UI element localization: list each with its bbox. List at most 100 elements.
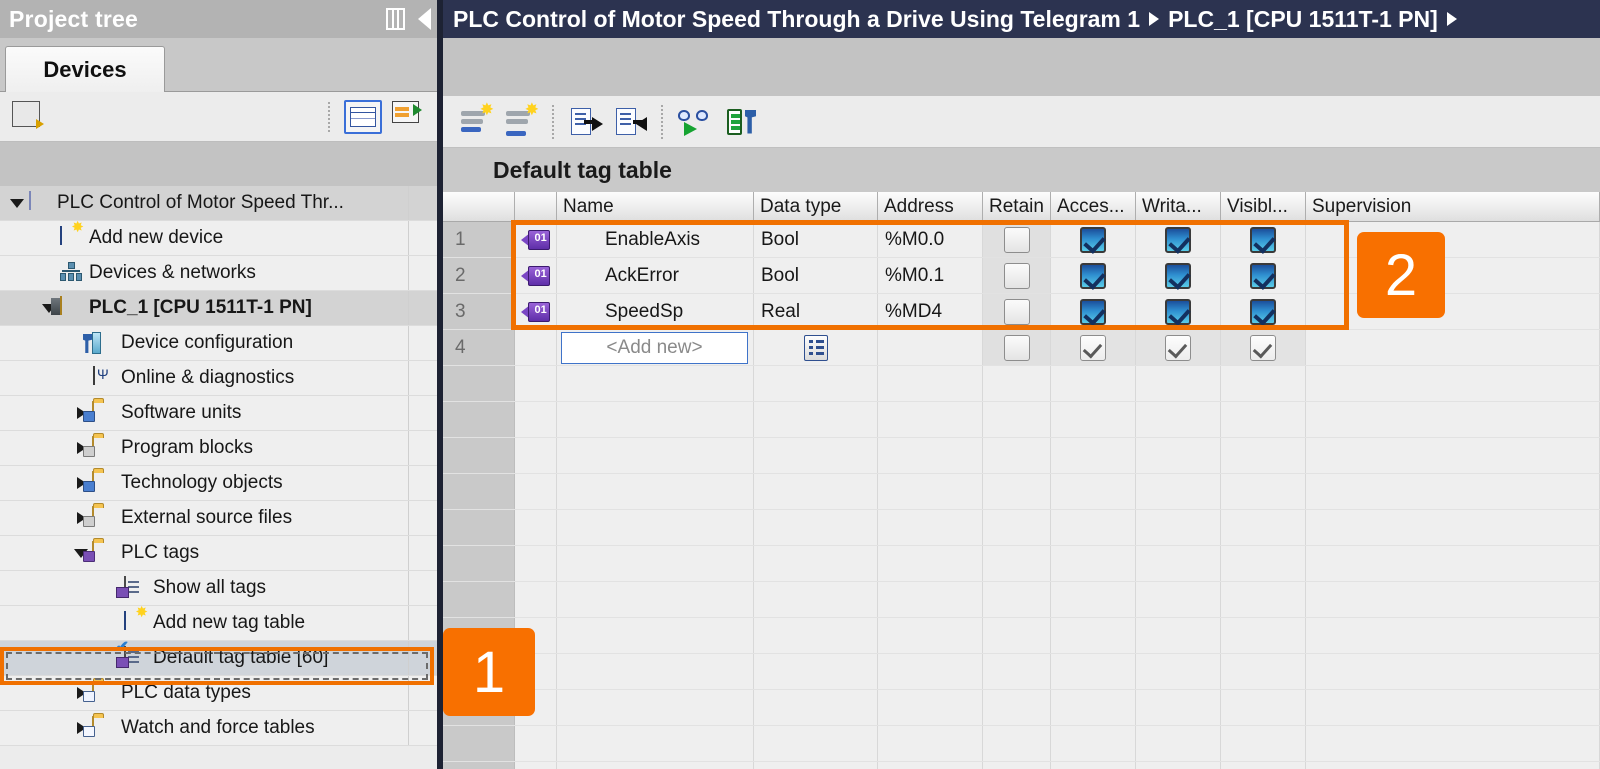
- collapse-arrow-icon[interactable]: [418, 8, 431, 30]
- tree-item-external-source-files[interactable]: External source files: [0, 501, 440, 536]
- cell-empty[interactable]: [1306, 366, 1600, 401]
- checkbox-visible[interactable]: [1250, 298, 1276, 325]
- cell-visible[interactable]: [1221, 294, 1306, 329]
- cell-empty[interactable]: [1136, 726, 1221, 761]
- cell-empty[interactable]: [983, 402, 1051, 437]
- cell-data-type[interactable]: Bool: [754, 258, 878, 293]
- column-header-data-type[interactable]: Data type: [754, 192, 878, 221]
- cell-empty[interactable]: [1306, 510, 1600, 545]
- cell-empty[interactable]: [878, 690, 983, 725]
- cell-empty[interactable]: [878, 402, 983, 437]
- tree-item-plc-data-types[interactable]: PLC data types: [0, 676, 440, 711]
- maintenance-icon[interactable]: [722, 106, 756, 138]
- insert-row-above-icon[interactable]: ✸: [459, 101, 494, 138]
- cell-empty[interactable]: [1136, 582, 1221, 617]
- tree-item-add-new-device[interactable]: ✸ Add new device: [0, 220, 440, 256]
- column-header-retain[interactable]: Retain: [983, 192, 1051, 221]
- cell-supervision[interactable]: [1306, 222, 1600, 257]
- cell-empty[interactable]: [1136, 366, 1221, 401]
- cell-empty[interactable]: [1306, 582, 1600, 617]
- breadcrumb-project[interactable]: PLC Control of Motor Speed Through a Dri…: [453, 6, 1140, 33]
- checkbox-retain[interactable]: [1003, 334, 1030, 361]
- cell-empty[interactable]: [1221, 654, 1306, 689]
- cell-empty[interactable]: [983, 438, 1051, 473]
- checkbox-writable[interactable]: [1165, 334, 1191, 361]
- tree-item-plc-control-of-motor-speed-thr[interactable]: PLC Control of Motor Speed Thr...: [0, 186, 440, 221]
- column-header-visible[interactable]: Visibl...: [1221, 192, 1306, 221]
- tab-devices[interactable]: Devices: [5, 46, 165, 92]
- cell-empty[interactable]: [1051, 762, 1136, 769]
- cell-empty[interactable]: [983, 510, 1051, 545]
- cell-empty[interactable]: [557, 510, 754, 545]
- cell-empty[interactable]: [1221, 402, 1306, 437]
- cell-empty[interactable]: [754, 474, 878, 509]
- cell-empty[interactable]: [1136, 762, 1221, 769]
- tree-item-software-units[interactable]: Software units: [0, 396, 440, 431]
- cell-empty[interactable]: [1221, 582, 1306, 617]
- cell-empty[interactable]: [1221, 726, 1306, 761]
- cell-empty[interactable]: [1051, 726, 1136, 761]
- cell-writable[interactable]: [1136, 330, 1221, 365]
- tree-item-add-new-tag-table[interactable]: ✸ Add new tag table: [0, 605, 440, 641]
- checkbox-writable[interactable]: [1165, 226, 1191, 253]
- breadcrumb-device[interactable]: PLC_1 [CPU 1511T-1 PN]: [1168, 6, 1438, 33]
- cell-empty[interactable]: [878, 510, 983, 545]
- checkbox-visible[interactable]: [1250, 262, 1276, 289]
- cell-empty[interactable]: [754, 546, 878, 581]
- cell-writable[interactable]: [1136, 222, 1221, 257]
- cell-empty[interactable]: [1136, 618, 1221, 653]
- export-table-icon[interactable]: [392, 100, 424, 133]
- cell-empty[interactable]: [983, 546, 1051, 581]
- checkbox-retain[interactable]: [1003, 226, 1030, 253]
- cell-empty[interactable]: [557, 690, 754, 725]
- cell-empty[interactable]: [1051, 474, 1136, 509]
- cell-empty[interactable]: [878, 582, 983, 617]
- cell-address[interactable]: %M0.1: [878, 258, 983, 293]
- cell-empty[interactable]: [557, 762, 754, 769]
- cell-accessible[interactable]: [1051, 258, 1136, 293]
- tree-item-show-all-tags[interactable]: Show all tags: [0, 571, 440, 606]
- cell-empty[interactable]: [878, 474, 983, 509]
- table-row-empty[interactable]: [443, 762, 1600, 769]
- table-row-empty[interactable]: [443, 402, 1600, 438]
- cell-address[interactable]: %M0.0: [878, 222, 983, 257]
- cell-empty[interactable]: [557, 402, 754, 437]
- checkbox-accessible[interactable]: [1080, 226, 1106, 253]
- cell-empty[interactable]: [1306, 474, 1600, 509]
- table-row-empty[interactable]: [443, 582, 1600, 618]
- cell-name[interactable]: SpeedSp: [557, 294, 754, 329]
- cell-address-empty[interactable]: [878, 330, 983, 365]
- cell-name[interactable]: AckError: [557, 258, 754, 293]
- cell-empty[interactable]: [1221, 546, 1306, 581]
- cell-empty[interactable]: [1136, 546, 1221, 581]
- insert-row-below-icon[interactable]: ✸: [504, 101, 539, 138]
- add-new-name-input[interactable]: <Add new>: [557, 330, 754, 365]
- cell-empty[interactable]: [1136, 438, 1221, 473]
- cell-empty[interactable]: [1221, 366, 1306, 401]
- cell-empty[interactable]: [1306, 762, 1600, 769]
- data-type-selector-button[interactable]: [754, 330, 878, 365]
- cell-supervision-empty[interactable]: [1306, 330, 1600, 365]
- cell-empty[interactable]: [1136, 690, 1221, 725]
- tree-item-technology-objects[interactable]: Technology objects: [0, 466, 440, 501]
- column-header-supervision[interactable]: Supervision: [1306, 192, 1600, 221]
- cell-retain[interactable]: [983, 330, 1051, 365]
- cell-empty[interactable]: [1136, 474, 1221, 509]
- tree-item-program-blocks[interactable]: Program blocks: [0, 431, 440, 466]
- import-from-excel-icon[interactable]: [613, 106, 647, 138]
- cell-empty[interactable]: [878, 438, 983, 473]
- cell-empty[interactable]: [1136, 510, 1221, 545]
- table-row-empty[interactable]: [443, 474, 1600, 510]
- chevron-down-icon[interactable]: [8, 194, 26, 212]
- cell-empty[interactable]: [754, 726, 878, 761]
- tree-item-watch-and-force-tables[interactable]: Watch and force tables: [0, 711, 440, 746]
- cell-supervision[interactable]: [1306, 258, 1600, 293]
- checkbox-writable[interactable]: [1165, 262, 1191, 289]
- cell-empty[interactable]: [557, 438, 754, 473]
- cell-empty[interactable]: [983, 366, 1051, 401]
- columns-icon[interactable]: [386, 8, 405, 30]
- cell-empty[interactable]: [878, 618, 983, 653]
- checkbox-visible[interactable]: [1250, 334, 1276, 361]
- cell-empty[interactable]: [1051, 402, 1136, 437]
- column-header-address[interactable]: Address: [878, 192, 983, 221]
